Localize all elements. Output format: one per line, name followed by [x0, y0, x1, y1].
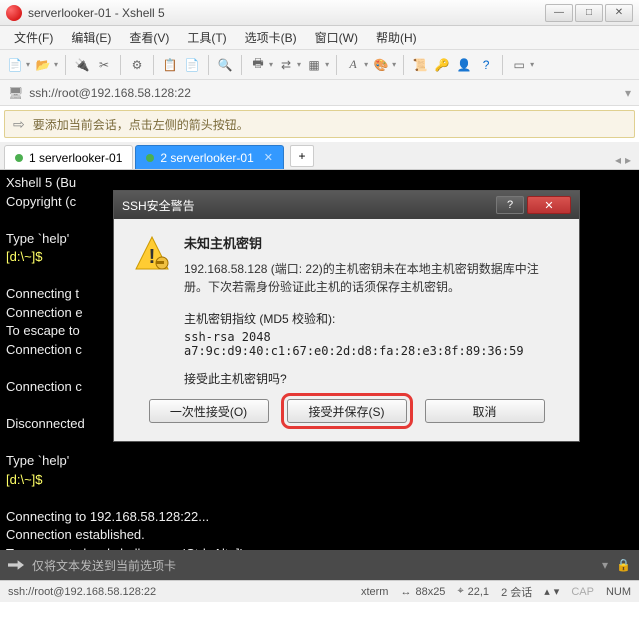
dropdown-icon[interactable]: ▾ [269, 60, 273, 69]
dialog-question: 接受此主机密钥吗? [184, 370, 561, 387]
menu-file[interactable]: 文件(F) [6, 26, 61, 49]
user-icon[interactable]: 👤 [455, 56, 473, 74]
dropdown-icon[interactable]: ▾ [602, 558, 608, 572]
tab-nav: ◂ ▸ [615, 153, 635, 169]
cancel-button[interactable]: 取消 [425, 399, 545, 423]
dialog-close-button[interactable]: ✕ [527, 196, 571, 214]
script-icon[interactable]: 📜 [411, 56, 429, 74]
dialog-heading: 未知主机密钥 [184, 233, 561, 252]
tab-bar: 1 serverlooker-01 2 serverlooker-01 ✕ + … [0, 142, 639, 170]
dropdown-icon[interactable]: ▾ [530, 60, 534, 69]
menubar: 文件(F) 编辑(E) 查看(V) 工具(T) 选项卡(B) 窗口(W) 帮助(… [0, 26, 639, 50]
tab-label: 2 serverlooker-01 [160, 151, 253, 165]
properties-icon[interactable]: ⚙ [128, 56, 146, 74]
find-icon[interactable]: 🔍 [216, 56, 234, 74]
address-bar: 🖥 ssh://root@192.168.58.128:22 ▾ [0, 80, 639, 106]
maximize-button[interactable]: □ [575, 4, 603, 22]
menu-tools[interactable]: 工具(T) [179, 26, 234, 49]
tab-session-1[interactable]: 1 serverlooker-01 [4, 145, 133, 169]
font-icon[interactable]: A [344, 56, 362, 74]
status-bar: ssh://root@192.168.58.128:22 xterm ↔ 88x2… [0, 580, 639, 602]
help-icon[interactable]: ? [477, 56, 495, 74]
nav-down-icon[interactable]: ▾ [554, 585, 560, 598]
close-button[interactable]: ✕ [605, 4, 633, 22]
fingerprint-label: 主机密钥指纹 (MD5 校验和): [184, 310, 561, 327]
minimize-button[interactable]: — [545, 4, 573, 22]
status-dot-icon [15, 154, 23, 162]
status-address: ssh://root@192.168.58.128:22 [8, 586, 156, 598]
menu-window[interactable]: 窗口(W) [307, 26, 366, 49]
accept-save-button[interactable]: 接受并保存(S) [287, 399, 407, 423]
disconnect-icon[interactable]: ✂ [95, 56, 113, 74]
host-icon: 🖥 [8, 86, 23, 100]
window-title: serverlooker-01 - Xshell 5 [28, 6, 545, 20]
dialog-message: 192.168.58.128 (端口: 22)的主机密钥未在本地主机密钥数据库中… [184, 260, 561, 296]
fingerprint-value: ssh-rsa 2048 a7:9c:d9:40:c1:67:e0:2d:d8:… [184, 330, 561, 358]
dropdown-icon[interactable]: ▾ [26, 60, 30, 69]
svg-text:!: ! [149, 246, 156, 268]
dialog-title: SSH安全警告 [122, 197, 195, 214]
dropdown-icon[interactable]: ▾ [297, 60, 301, 69]
warning-key-icon: ! [132, 233, 172, 399]
app-icon [6, 5, 22, 21]
dropdown-icon[interactable]: ▾ [392, 60, 396, 69]
tab-session-2[interactable]: 2 serverlooker-01 ✕ [135, 145, 284, 169]
add-tab-button[interactable]: + [290, 145, 314, 167]
key-icon[interactable]: 🔑 [433, 56, 451, 74]
nav-up-icon[interactable]: ▴ [544, 585, 550, 598]
menu-help[interactable]: 帮助(H) [368, 26, 425, 49]
open-icon[interactable]: 📂 [34, 56, 52, 74]
menu-edit[interactable]: 编辑(E) [63, 26, 119, 49]
paste-icon[interactable]: 📄 [183, 56, 201, 74]
status-pos: 22,1 [468, 586, 489, 598]
lock-icon[interactable]: 🔒 [616, 558, 631, 572]
status-size: 88x25 [415, 586, 445, 598]
info-bar: ⇨ 要添加当前会话，点击左侧的箭头按钮。 [4, 110, 635, 138]
send-icon[interactable] [8, 557, 24, 573]
menu-view[interactable]: 查看(V) [121, 26, 177, 49]
toolbar: 📄▾ 📂▾ 🔌 ✂ ⚙ 📋 📄 🔍 🖶▾ ⇄▾ ▦▾ A▾ 🎨▾ 📜 🔑 👤 ?… [0, 50, 639, 80]
reconnect-icon[interactable]: 🔌 [73, 56, 91, 74]
dropdown-icon[interactable]: ▾ [364, 60, 368, 69]
print-icon[interactable]: 🖶 [249, 56, 267, 74]
window-titlebar: serverlooker-01 - Xshell 5 — □ ✕ [0, 0, 639, 26]
layout-icon[interactable]: ▦ [305, 56, 323, 74]
arrow-icon[interactable]: ⇨ [13, 116, 25, 133]
address-text[interactable]: ssh://root@192.168.58.128:22 [29, 86, 619, 100]
close-icon[interactable]: ✕ [264, 151, 273, 164]
dropdown-icon[interactable]: ▾ [325, 60, 329, 69]
cursor-icon: ⌖ [457, 585, 463, 598]
color-icon[interactable]: 🎨 [372, 56, 390, 74]
status-sessions: 2 会话 [501, 584, 532, 600]
menu-tabs[interactable]: 选项卡(B) [237, 26, 305, 49]
new-icon[interactable]: 📄 [6, 56, 24, 74]
dialog-help-button[interactable]: ? [496, 196, 524, 214]
tab-next-icon[interactable]: ▸ [625, 153, 631, 167]
tab-label: 1 serverlooker-01 [29, 151, 122, 165]
tab-prev-icon[interactable]: ◂ [615, 153, 621, 167]
info-text: 要添加当前会话，点击左侧的箭头按钮。 [33, 116, 249, 133]
ssh-warning-dialog: SSH安全警告 ? ✕ ! 未知主机密钥 192.168.58.128 (端口:… [113, 190, 580, 442]
status-term: xterm [361, 586, 389, 598]
accept-once-button[interactable]: 一次性接受(O) [149, 399, 269, 423]
status-dot-icon [146, 154, 154, 162]
status-num: NUM [606, 586, 631, 598]
size-icon: ↔ [400, 586, 411, 598]
dropdown-icon[interactable]: ▾ [625, 86, 631, 100]
copy-icon[interactable]: 📋 [161, 56, 179, 74]
status-cap: CAP [571, 586, 594, 598]
send-input[interactable]: 仅将文本发送到当前选项卡 [32, 557, 594, 574]
transfer-icon[interactable]: ⇄ [277, 56, 295, 74]
dialog-titlebar[interactable]: SSH安全警告 ? ✕ [114, 191, 579, 219]
send-bar: 仅将文本发送到当前选项卡 ▾ 🔒 [0, 550, 639, 580]
dropdown-icon[interactable]: ▾ [54, 60, 58, 69]
tile-icon[interactable]: ▭ [510, 56, 528, 74]
